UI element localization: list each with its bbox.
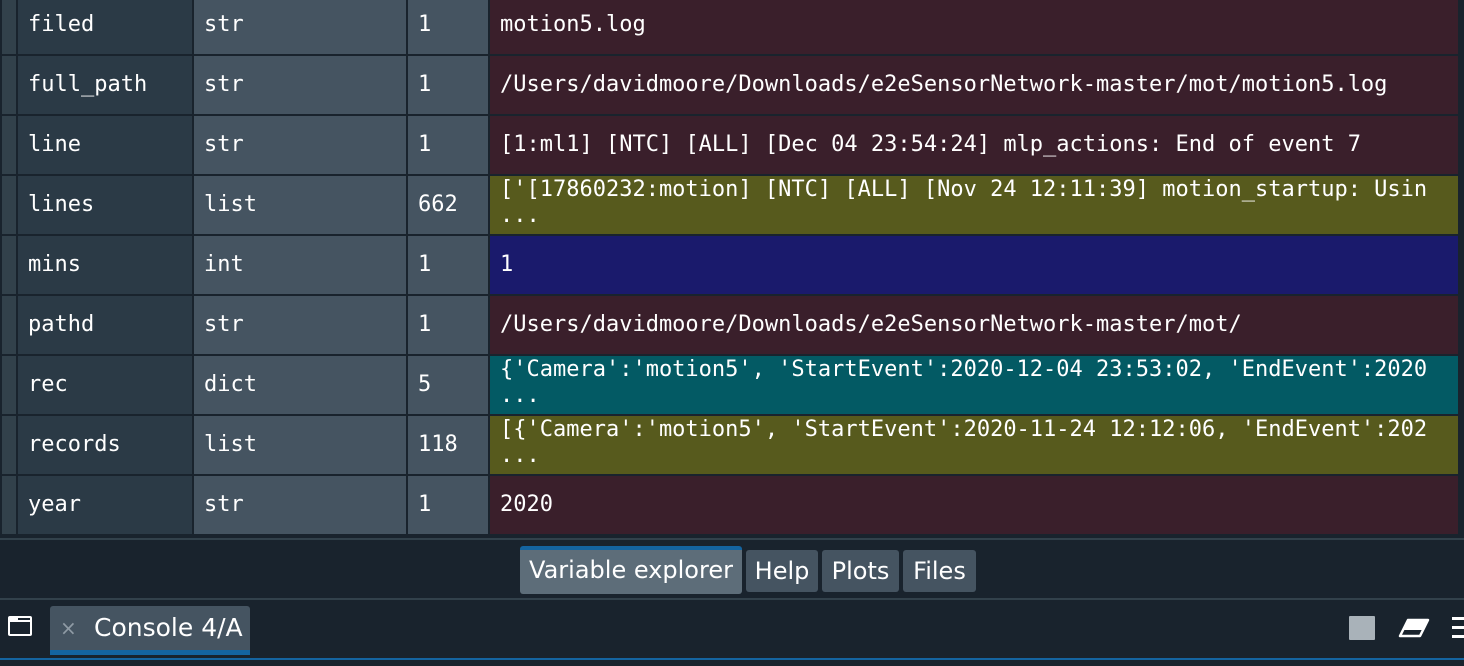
value-line: /Users/davidmoore/Downloads/e2eSensorNet… xyxy=(500,312,1242,337)
row-header[interactable] xyxy=(2,356,16,414)
variable-type-cell[interactable]: str xyxy=(194,476,406,534)
table-row[interactable]: records list 118 [{'Camera':'motion5', 'Sta… xyxy=(0,416,1464,474)
variable-name-cell[interactable]: filed xyxy=(18,0,192,54)
variable-size-cell[interactable]: 1 xyxy=(408,116,488,174)
pane-tabs-bar: Variable explorer Help Plots Files xyxy=(0,538,1464,598)
table-row[interactable]: filed str 1 motion5.log xyxy=(0,0,1464,54)
row-header[interactable] xyxy=(2,0,16,54)
variable-value-cell[interactable]: 1 xyxy=(490,236,1458,294)
variable-type-cell[interactable]: dict xyxy=(194,356,406,414)
variable-size-cell[interactable]: 1 xyxy=(408,0,488,54)
row-header[interactable] xyxy=(2,476,16,534)
console-tab-label: Console 4/A xyxy=(94,613,243,642)
table-row[interactable]: line str 1 [1:ml1] [NTC] [ALL] [Dec 04 23:5… xyxy=(0,116,1464,174)
variable-size-cell[interactable]: 1 xyxy=(408,476,488,534)
console-divider xyxy=(0,658,1464,660)
row-header[interactable] xyxy=(2,296,16,354)
row-header[interactable] xyxy=(2,56,16,114)
variable-size-cell[interactable]: 118 xyxy=(408,416,488,474)
variable-type-cell[interactable]: str xyxy=(194,0,406,54)
variable-value-cell[interactable]: [1:ml1] [NTC] [ALL] [Dec 04 23:54:24] ml… xyxy=(490,116,1458,174)
row-header[interactable] xyxy=(2,116,16,174)
variable-name-cell[interactable]: rec xyxy=(18,356,192,414)
variable-name-cell[interactable]: full_path xyxy=(18,56,192,114)
table-row[interactable]: mins int 1 1 xyxy=(0,236,1464,294)
row-header[interactable] xyxy=(2,236,16,294)
tab-variable-explorer[interactable]: Variable explorer xyxy=(520,546,742,594)
value-line: [1:ml1] [NTC] [ALL] [Dec 04 23:54:24] ml… xyxy=(500,132,1361,157)
table-row[interactable]: pathd str 1/Users/davidmoore/Downloads/e2e… xyxy=(0,296,1464,354)
variable-size-cell[interactable]: 5 xyxy=(408,356,488,414)
tab-help[interactable]: Help xyxy=(746,550,818,592)
row-header[interactable] xyxy=(2,176,16,234)
table-row[interactable]: full_path str 1/Users/davidmoore/Downloads… xyxy=(0,56,1464,114)
variable-type-cell[interactable]: int xyxy=(194,236,406,294)
value-line: 1 xyxy=(500,252,514,277)
spyder-window: filed str 1 motion5.log full_path str 1/Users/… xyxy=(0,0,1464,666)
value-line: [{'Camera':'motion5', 'StartEvent':2020-… xyxy=(500,417,1428,442)
variable-name-cell[interactable]: mins xyxy=(18,236,192,294)
value-line: ... xyxy=(500,443,540,468)
stop-icon[interactable] xyxy=(1349,616,1375,640)
row-header[interactable] xyxy=(2,416,16,474)
variable-name-cell[interactable]: year xyxy=(18,476,192,534)
variable-name-cell[interactable]: pathd xyxy=(18,296,192,354)
variable-size-cell[interactable]: 1 xyxy=(408,236,488,294)
table-row[interactable]: lines list 662 ['[17860232:motion] [NTC] [A… xyxy=(0,176,1464,234)
value-line: ['[17860232:motion] [NTC] [ALL] [Nov 24 … xyxy=(500,177,1428,202)
browse-tabs-icon[interactable] xyxy=(8,616,32,636)
table-row[interactable]: year str 1 2020 xyxy=(0,476,1464,534)
tab-plots[interactable]: Plots xyxy=(822,550,899,592)
variable-value-cell[interactable]: 2020 xyxy=(490,476,1458,534)
variable-type-cell[interactable]: str xyxy=(194,116,406,174)
value-line: {'Camera':'motion5', 'StartEvent':2020-1… xyxy=(500,357,1428,382)
variable-type-cell[interactable]: list xyxy=(194,416,406,474)
variable-value-cell[interactable]: /Users/davidmoore/Downloads/e2eSensorNet… xyxy=(490,296,1458,354)
value-line: /Users/davidmoore/Downloads/e2eSensorNet… xyxy=(500,72,1388,97)
value-line: 2020 xyxy=(500,492,553,517)
variable-value-cell[interactable]: {'Camera':'motion5', 'StartEvent':2020-1… xyxy=(490,356,1458,414)
variable-value-cell[interactable]: [{'Camera':'motion5', 'StartEvent':2020-… xyxy=(490,416,1458,474)
variable-size-cell[interactable]: 1 xyxy=(408,56,488,114)
table-row[interactable]: rec dict 5 {'Camera':'motion5', 'StartEvent… xyxy=(0,356,1464,414)
variable-type-cell[interactable]: str xyxy=(194,296,406,354)
variable-value-cell[interactable]: motion5.log xyxy=(490,0,1458,54)
menu-icon[interactable] xyxy=(1452,617,1464,641)
variable-size-cell[interactable]: 662 xyxy=(408,176,488,234)
variable-name-cell[interactable]: line xyxy=(18,116,192,174)
console-header: × Console 4/A xyxy=(0,598,1464,666)
variable-name-cell[interactable]: lines xyxy=(18,176,192,234)
value-line: ... xyxy=(500,383,540,408)
variable-type-cell[interactable]: str xyxy=(194,56,406,114)
close-icon[interactable]: × xyxy=(60,606,77,650)
variable-name-cell[interactable]: records xyxy=(18,416,192,474)
tab-console[interactable]: × Console 4/A xyxy=(50,606,250,655)
variable-value-cell[interactable]: /Users/davidmoore/Downloads/e2eSensorNet… xyxy=(490,56,1458,114)
value-line: motion5.log xyxy=(500,12,646,37)
value-line: ... xyxy=(500,203,540,228)
variable-size-cell[interactable]: 1 xyxy=(408,296,488,354)
variable-explorer-table: filed str 1 motion5.log full_path str 1/Users/… xyxy=(0,0,1464,538)
tab-files[interactable]: Files xyxy=(903,550,976,592)
eraser-icon[interactable] xyxy=(1398,618,1430,638)
variable-type-cell[interactable]: list xyxy=(194,176,406,234)
variable-value-cell[interactable]: ['[17860232:motion] [NTC] [ALL] [Nov 24 … xyxy=(490,176,1458,234)
